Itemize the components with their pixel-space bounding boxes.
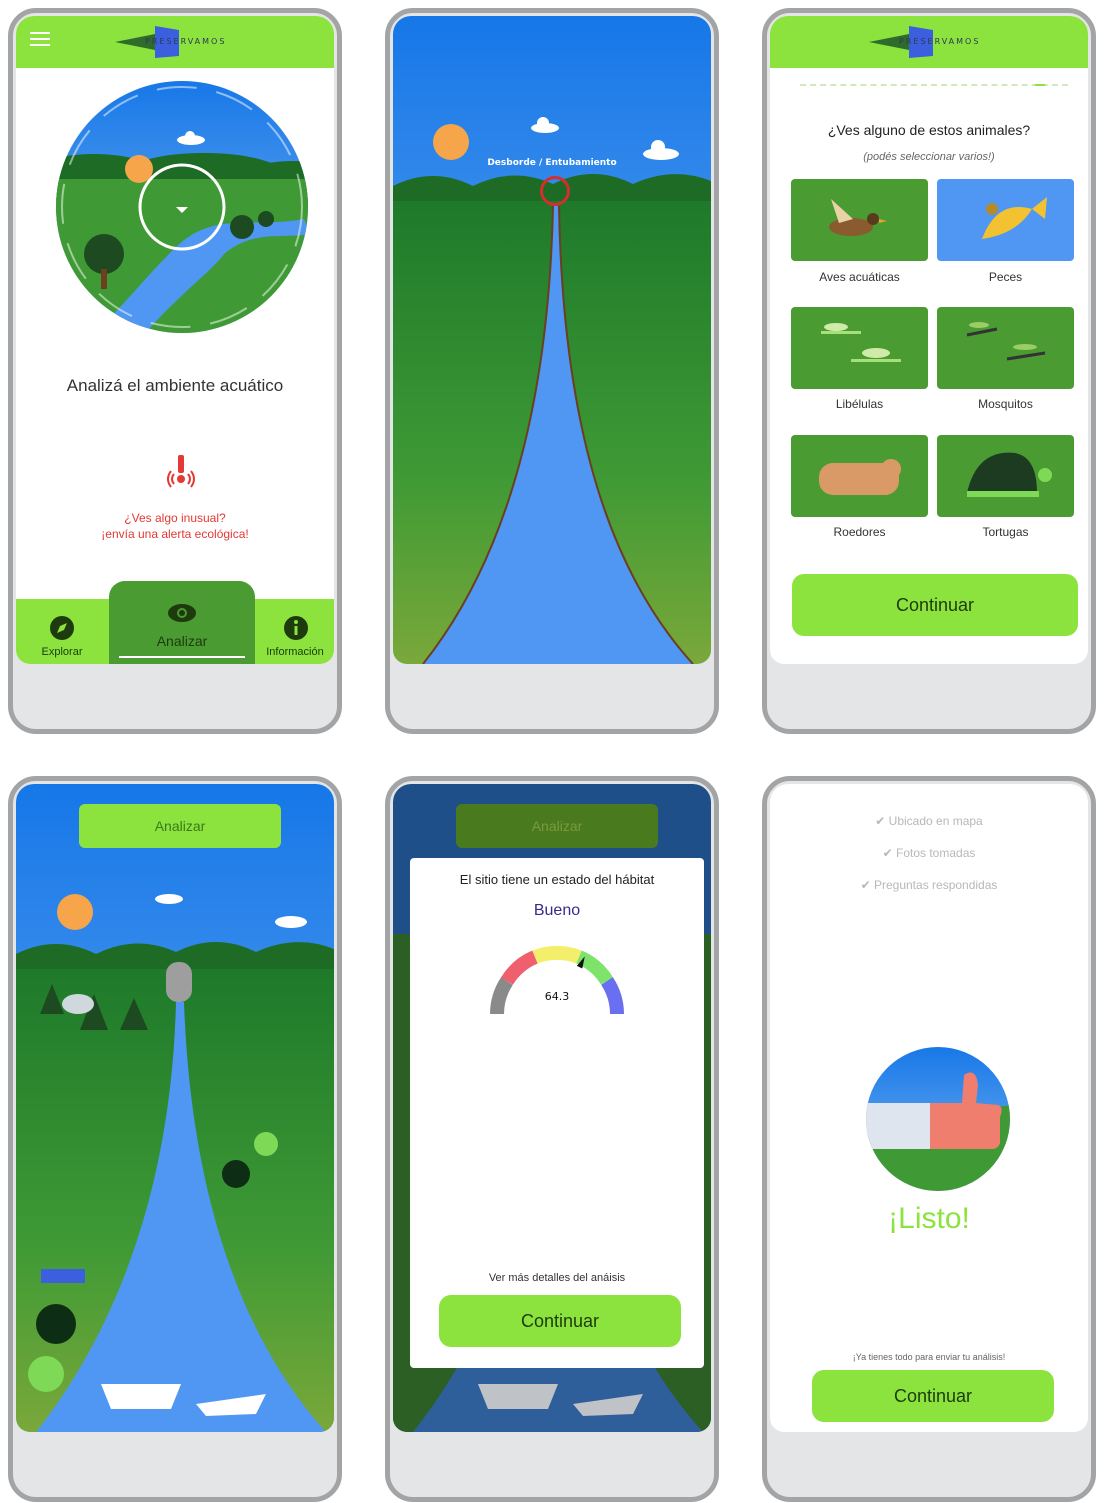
animal-label-roedores: Roedores (833, 525, 886, 539)
animal-card-peces[interactable] (937, 179, 1074, 261)
nav-informacion[interactable]: Información (256, 599, 334, 664)
fish-icon (982, 197, 1047, 239)
phone-ready: ✔ Ubicado en mapa ✔ Fotos tomadas ✔ Preg… (762, 776, 1096, 1502)
gauge-value: 64.3 (544, 990, 570, 1003)
progress-dashes (800, 84, 1068, 86)
logo: PRESERVAMOS (869, 24, 989, 60)
analyze-button-dimmed: Analizar (456, 804, 658, 848)
nav-informacion-label: Información (266, 646, 324, 658)
habitat-text: El sitio tiene un estado del hábitat (459, 872, 655, 887)
screen: ✔ Ubicado en mapa ✔ Fotos tomadas ✔ Preg… (770, 784, 1088, 1432)
habitat-status: Bueno (533, 902, 581, 919)
alert-line-2[interactable]: ¡envía una alerta ecológica! (16, 527, 334, 541)
nav-analizar[interactable]: Analizar (109, 581, 255, 664)
alert-icon[interactable] (161, 453, 201, 493)
screen: PRESERVAMOS ¿Ves alguno de estos animale… (770, 16, 1088, 664)
animal-label-tortugas: Tortugas (982, 525, 1029, 539)
animal-card-tortugas[interactable] (937, 435, 1074, 517)
nav-explorar[interactable]: Explorar (16, 599, 108, 664)
check-icon: ✔ (860, 878, 874, 892)
habitat-scene (16, 784, 334, 1432)
ready-message: ¡Ya tienes todo para enviar tu análisis! (852, 1352, 1006, 1362)
screen: Analizar El sitio tiene un estado del há… (393, 784, 711, 1432)
issue-marker[interactable] (540, 176, 570, 206)
top-bar: PRESERVAMOS (770, 16, 1088, 68)
screen: Analizar (16, 784, 334, 1432)
compass-icon (50, 616, 74, 640)
nav-active-underline (119, 656, 245, 658)
check-icon: ✔ (882, 846, 896, 860)
animal-card-libelulas[interactable] (791, 307, 928, 389)
ready-title: ¡Listo! (888, 1202, 970, 1235)
animal-label-peces: Peces (988, 270, 1023, 284)
question: ¿Ves alguno de estos animales? (827, 122, 1031, 138)
dragonfly-icon (821, 323, 901, 362)
animal-label-aves: Aves acuáticas (819, 270, 900, 284)
phone-result-modal: Analizar El sitio tiene un estado del há… (385, 776, 719, 1502)
phone-scene-full: Analizar (8, 776, 342, 1502)
check-item-map: ✔ Ubicado en mapa (875, 814, 983, 828)
marker-label: Desborde / Entubamiento (487, 158, 617, 168)
animal-card-roedores[interactable] (791, 435, 928, 517)
mosquito-icon (966, 322, 1046, 361)
animal-card-mosquitos[interactable] (937, 307, 1074, 389)
progress-current (1035, 84, 1045, 86)
phone-animal-select: PRESERVAMOS ¿Ves alguno de estos animale… (762, 8, 1096, 734)
screen: PRESERVAMOS Analizá el ambiente acuático… (16, 16, 334, 664)
eye-icon (168, 604, 196, 622)
screen: Desborde / Entubamiento (393, 16, 711, 664)
continue-button[interactable]: Continuar (812, 1370, 1054, 1422)
check-icon: ✔ (875, 814, 889, 828)
thumbs-up-illustration (866, 1047, 1010, 1191)
landscape-illustration (56, 81, 308, 333)
continue-button[interactable]: Continuar (439, 1295, 681, 1347)
animal-label-mosquitos: Mosquitos (978, 397, 1033, 411)
info-icon (284, 616, 308, 640)
continue-button[interactable]: Continuar (792, 574, 1078, 636)
habitat-gauge (490, 945, 624, 1015)
hint: (podés seleccionar varios!) (863, 151, 995, 163)
check-item-questions: ✔ Preguntas respondidas (860, 878, 998, 892)
nav-explorar-label: Explorar (41, 646, 83, 658)
animal-label-libelulas: Libélulas (835, 397, 884, 411)
turtle-icon (967, 452, 1052, 497)
page-title: Analizá el ambiente acuático (66, 376, 284, 395)
bottom-nav: Explorar Analizar Información (16, 581, 334, 664)
alert-line-1[interactable]: ¿Ves algo inusual? (16, 511, 334, 525)
cloud-icon (177, 131, 205, 145)
capybara-icon (819, 459, 901, 495)
result-modal: El sitio tiene un estado del hábitat Bue… (410, 858, 704, 1368)
logo-text: PRESERVAMOS (899, 37, 981, 46)
check-item-photos: ✔ Fotos tomadas (882, 846, 976, 860)
phone-analyze-home: PRESERVAMOS Analizá el ambiente acuático… (8, 8, 342, 734)
analyze-button[interactable]: Analizar (79, 804, 281, 848)
phone-river-view: Desborde / Entubamiento (385, 8, 719, 734)
animal-card-aves[interactable] (791, 179, 928, 261)
duck-icon (829, 199, 887, 236)
top-bar: PRESERVAMOS (16, 16, 334, 68)
menu-icon[interactable] (30, 32, 50, 50)
nav-analizar-label: Analizar (156, 633, 208, 649)
details-link[interactable]: Ver más detalles del anáisis (410, 1272, 704, 1284)
logo-text: PRESERVAMOS (145, 37, 227, 46)
logo: PRESERVAMOS (115, 24, 235, 60)
river-scene (393, 16, 711, 664)
